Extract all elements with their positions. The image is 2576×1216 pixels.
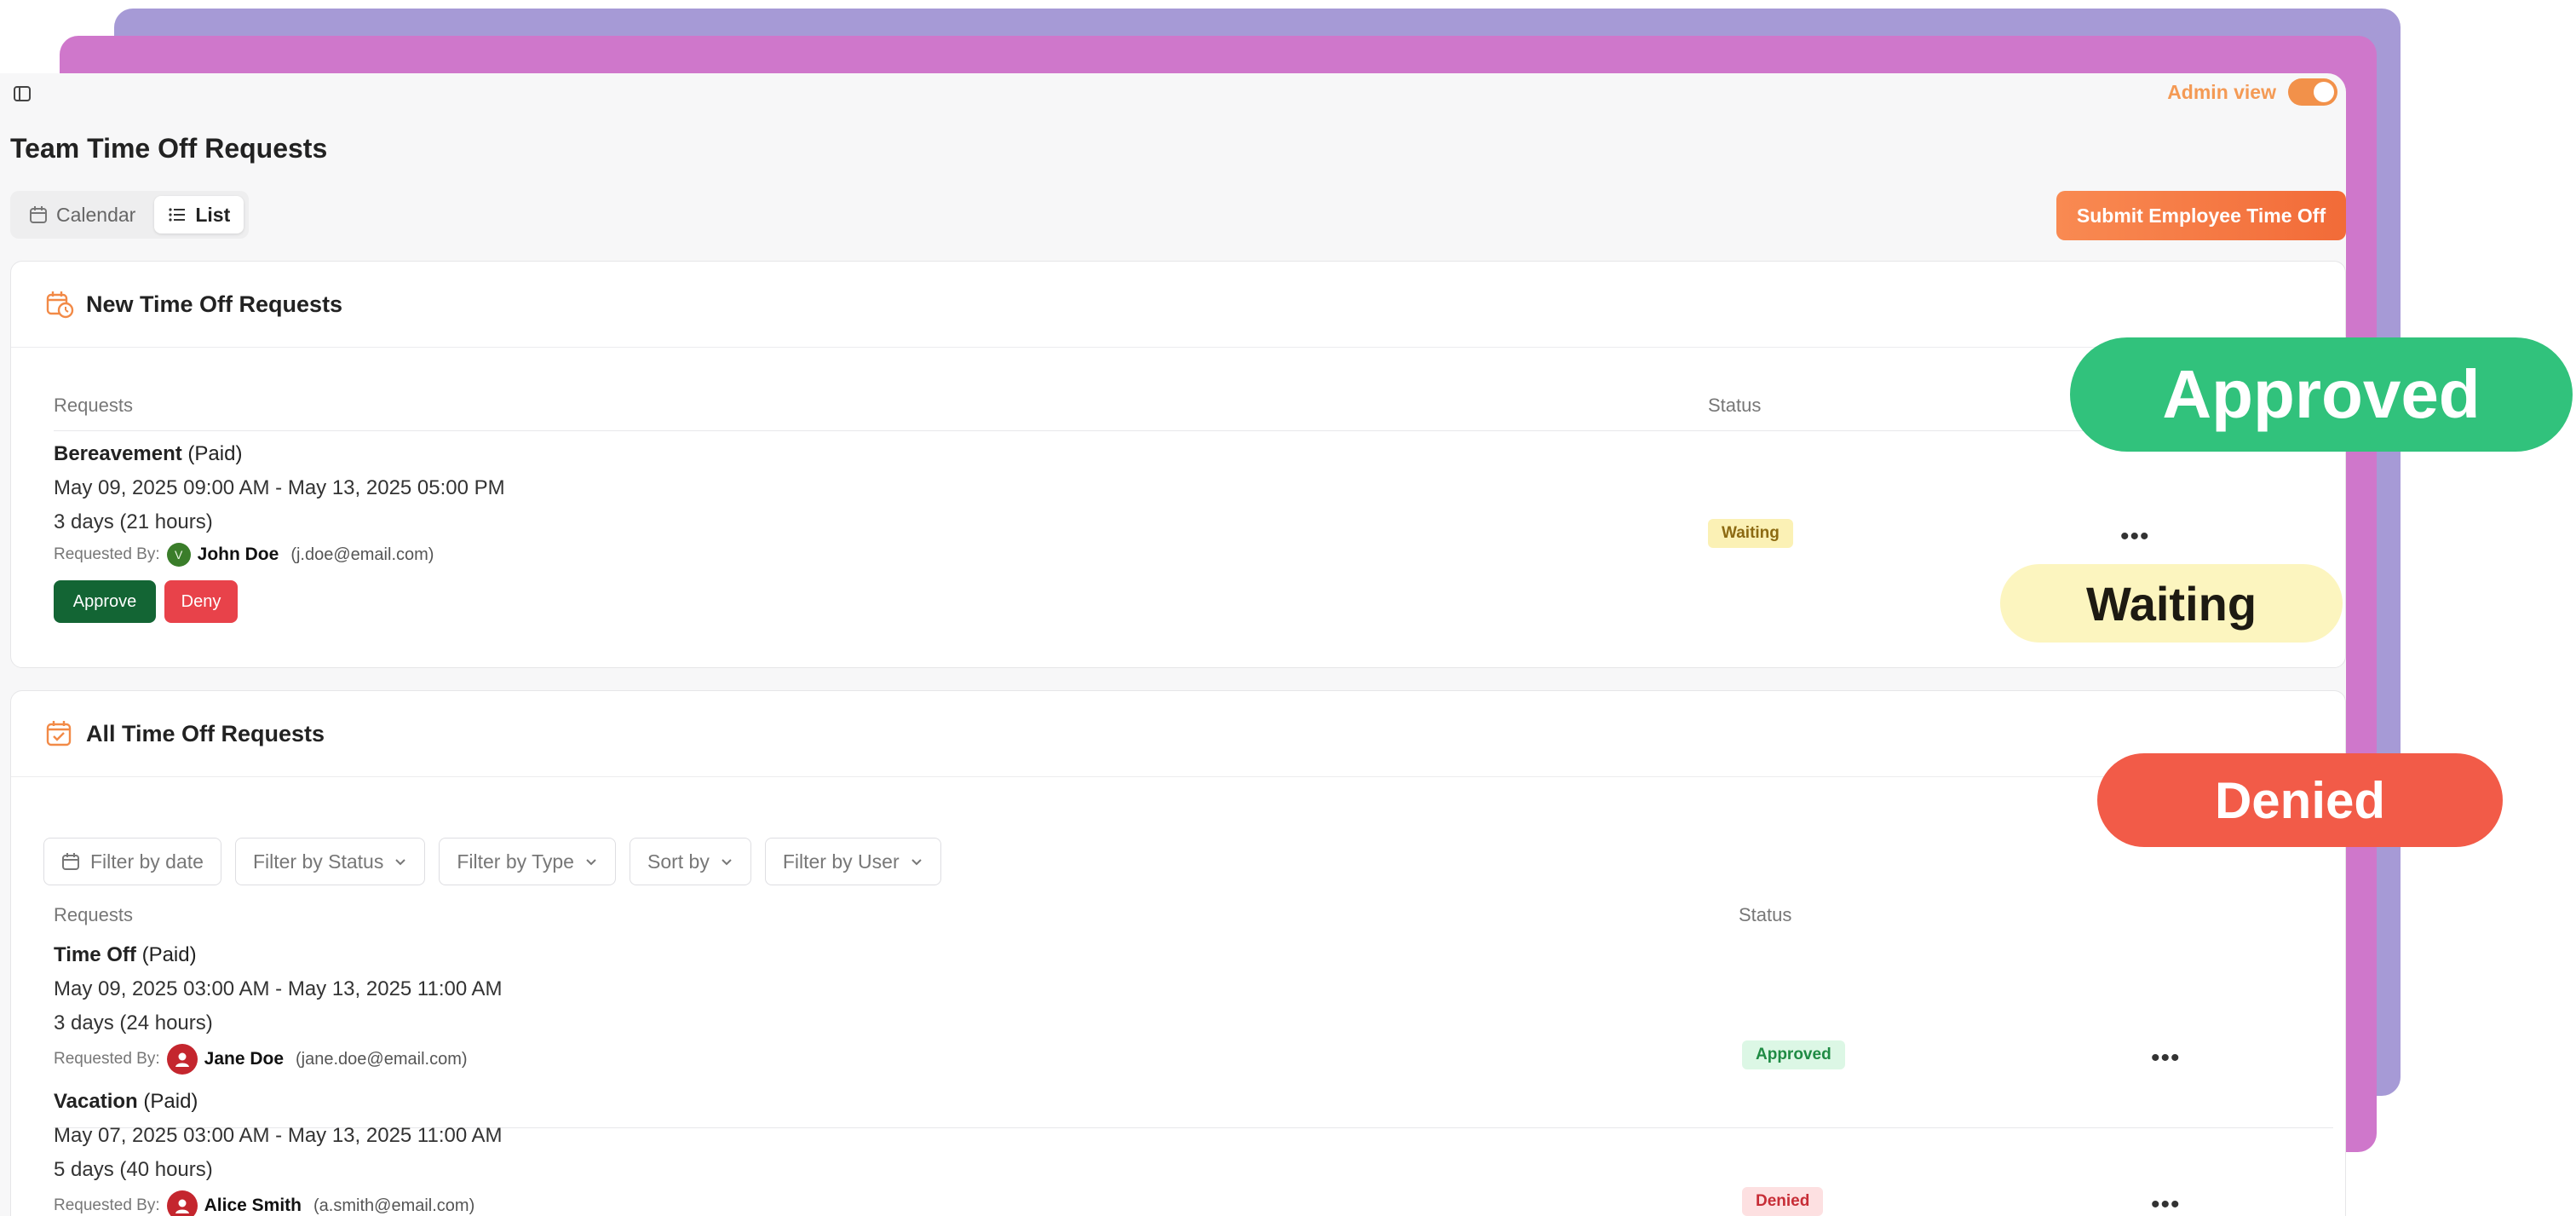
tab-calendar[interactable]: Calendar: [15, 196, 149, 233]
filter-label: Filter by User: [782, 850, 900, 873]
submit-employee-time-off-button[interactable]: Submit Employee Time Off: [2056, 191, 2346, 240]
requested-by: Requested By: V John Doe (j.doe@email.co…: [54, 543, 505, 567]
approve-button[interactable]: Approve: [54, 580, 156, 623]
page-title: Team Time Off Requests: [10, 133, 328, 164]
avatar: [166, 1044, 198, 1075]
filter-by-status[interactable]: Filter by Status: [234, 838, 426, 885]
request-range: May 09, 2025 03:00 AM - May 13, 2025 11:…: [54, 977, 503, 1000]
table-row: Vacation (Paid) May 07, 2025 03:00 AM - …: [54, 1090, 503, 1216]
all-requests-header: All Time Off Requests: [11, 691, 2345, 777]
tab-calendar-label: Calendar: [56, 203, 136, 226]
request-range: May 09, 2025 09:00 AM - May 13, 2025 05:…: [54, 476, 505, 499]
requested-by-label: Requested By:: [54, 1050, 160, 1068]
user-icon: [175, 1199, 189, 1213]
sidebar-toggle-icon[interactable]: [12, 84, 32, 104]
calendar-clock-icon: [46, 291, 74, 319]
new-requests-title: New Time Off Requests: [86, 291, 343, 317]
approved-highlight: Approved: [2070, 337, 2573, 452]
chevron-down-icon: [395, 859, 406, 866]
filter-bar: Filter by date Filter by Status Filter b…: [43, 838, 941, 885]
table-row: Time Off (Paid) May 09, 2025 03:00 AM - …: [54, 943, 503, 1075]
status-badge: Waiting: [1708, 519, 1793, 548]
requester-name: Alice Smith: [204, 1196, 302, 1215]
request-type: Bereavement (Paid): [54, 442, 243, 465]
requested-by-label: Requested By:: [54, 545, 160, 563]
filter-label: Filter by Status: [252, 850, 384, 873]
calendar-icon: [30, 206, 47, 223]
waiting-highlight: Waiting: [2000, 564, 2343, 643]
request-type: Time Off (Paid): [54, 943, 197, 966]
sort-by[interactable]: Sort by: [629, 838, 751, 885]
avatar: [166, 1190, 198, 1216]
request-duration: 3 days (21 hours): [54, 510, 213, 533]
request-item: Bereavement (Paid) May 09, 2025 09:00 AM…: [54, 442, 505, 567]
list-icon: [169, 208, 186, 222]
admin-view-label: Admin view: [2167, 80, 2276, 103]
all-requests-title: All Time Off Requests: [86, 720, 325, 746]
column-header-requests: Requests: [54, 904, 133, 925]
requested-by-label: Requested By:: [54, 1196, 160, 1214]
requester-email: (a.smith@email.com): [313, 1196, 475, 1215]
new-requests-header: New Time Off Requests: [11, 262, 2345, 348]
denied-highlight: Denied: [2097, 753, 2503, 847]
requested-by: Requested By: Alice Smith (a.smith@email…: [54, 1190, 503, 1216]
deny-button[interactable]: Deny: [164, 580, 238, 623]
app-window: Admin view Team Time Off Requests Calend…: [0, 73, 2346, 1216]
status-badge: Denied: [1742, 1187, 1824, 1216]
filter-label: Filter by date: [90, 850, 204, 873]
more-options-icon[interactable]: •••: [2151, 1046, 2181, 1071]
toggle-knob: [2314, 82, 2334, 102]
calendar-icon: [62, 853, 79, 870]
chevron-down-icon: [586, 859, 596, 866]
admin-view-toggle[interactable]: [2288, 78, 2337, 106]
tab-list-label: List: [195, 203, 231, 226]
filter-by-date[interactable]: Filter by date: [43, 838, 221, 885]
request-range: May 07, 2025 03:00 AM - May 13, 2025 11:…: [54, 1124, 503, 1147]
column-header-requests: Requests: [54, 395, 133, 416]
requester-email: (jane.doe@email.com): [296, 1049, 468, 1069]
divider: [54, 430, 2345, 431]
requester-email: (j.doe@email.com): [290, 545, 434, 564]
view-switch: Calendar List: [10, 191, 249, 239]
request-type: Vacation (Paid): [54, 1090, 198, 1113]
calendar-check-icon: [46, 721, 72, 746]
requester-name: Jane Doe: [204, 1049, 285, 1069]
requester-name: John Doe: [197, 545, 279, 564]
status-badge: Approved: [1742, 1040, 1845, 1069]
request-duration: 5 days (40 hours): [54, 1158, 213, 1181]
chevron-down-icon: [722, 859, 732, 866]
filter-label: Filter by Type: [457, 850, 574, 873]
filter-by-type[interactable]: Filter by Type: [439, 838, 616, 885]
all-requests-card: All Time Off Requests Filter by date Fil…: [10, 690, 2346, 1216]
new-requests-card: New Time Off Requests Requests Status Be…: [10, 261, 2346, 668]
admin-view-control: Admin view: [2167, 78, 2337, 106]
column-header-status: Status: [1708, 395, 1762, 416]
column-header-status: Status: [1739, 904, 1792, 925]
more-options-icon[interactable]: •••: [2120, 524, 2150, 550]
filter-label: Sort by: [647, 850, 710, 873]
filter-by-user[interactable]: Filter by User: [764, 838, 941, 885]
avatar: V: [166, 543, 191, 567]
request-duration: 3 days (24 hours): [54, 1011, 213, 1034]
user-icon: [175, 1052, 189, 1067]
requested-by: Requested By: Jane Doe (jane.doe@email.c…: [54, 1044, 503, 1075]
more-options-icon[interactable]: •••: [2151, 1192, 2181, 1216]
chevron-down-icon: [911, 859, 922, 866]
tab-list[interactable]: List: [154, 196, 244, 233]
